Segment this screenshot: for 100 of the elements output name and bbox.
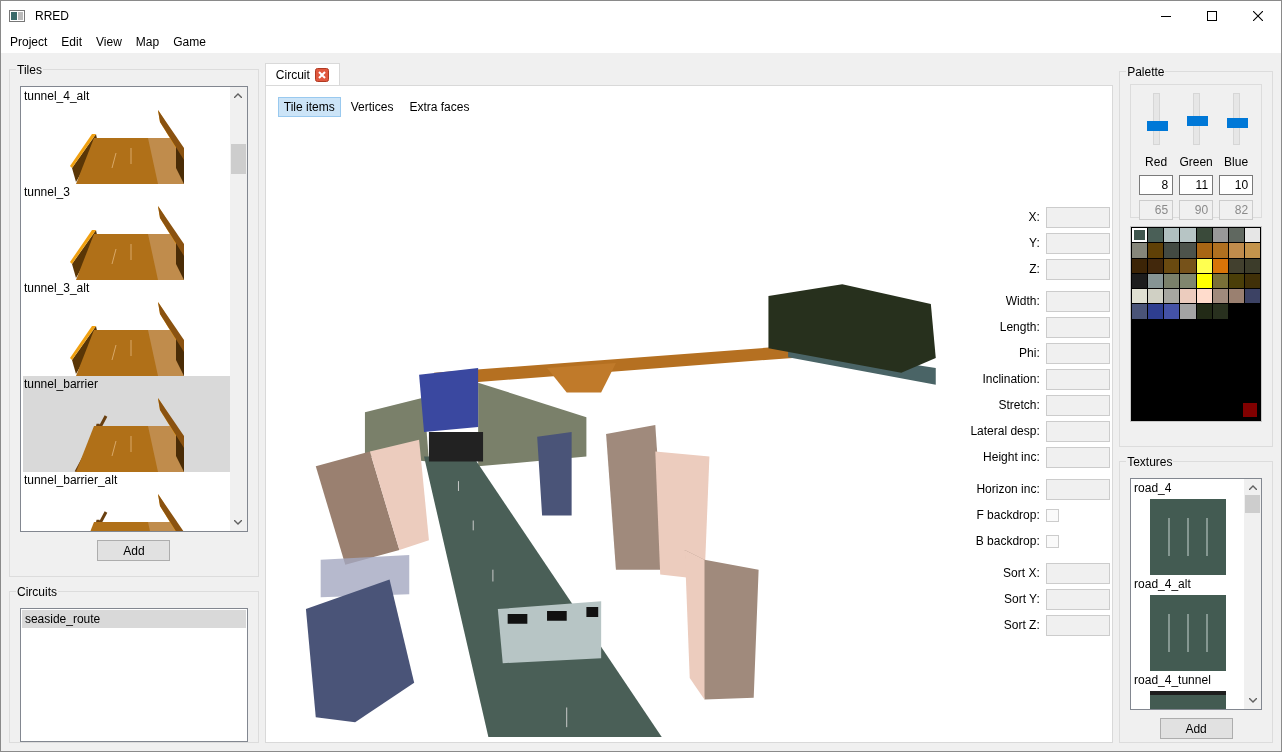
color-swatch[interactable]: [1228, 228, 1244, 243]
color-swatch[interactable]: [1228, 243, 1244, 258]
slider-thumb[interactable]: [1186, 116, 1208, 127]
input-field: [1045, 316, 1110, 338]
color-swatch[interactable]: [1132, 304, 1148, 319]
color-swatch[interactable]: [1180, 243, 1196, 258]
color-swatch[interactable]: [1244, 228, 1261, 243]
color-swatch[interactable]: [1212, 289, 1228, 304]
color-swatch[interactable]: [1196, 258, 1212, 273]
color-swatch[interactable]: [1196, 289, 1212, 304]
color-swatch[interactable]: [1164, 228, 1180, 243]
channel-label: Red: [1145, 154, 1168, 171]
color-swatch[interactable]: [1164, 273, 1180, 289]
input-field: [1045, 232, 1110, 254]
color-swatch[interactable]: [1196, 228, 1212, 243]
input-field: [1045, 478, 1110, 500]
menu-item[interactable]: Edit: [54, 32, 90, 52]
color-swatch[interactable]: [1212, 304, 1228, 319]
color-swatch[interactable]: [1212, 273, 1228, 289]
color-swatch[interactable]: [1212, 243, 1228, 258]
color-swatch[interactable]: [1132, 289, 1148, 304]
value-field[interactable]: 11: [1179, 175, 1214, 195]
color-swatch[interactable]: [1180, 304, 1196, 319]
checkbox[interactable]: [1045, 534, 1059, 548]
value-field[interactable]: 10: [1219, 175, 1254, 195]
color-swatch[interactable]: [1244, 243, 1261, 258]
menu-item[interactable]: View: [89, 32, 129, 52]
editor-tab[interactable]: Circuit: [264, 63, 340, 85]
menu-item[interactable]: Project: [3, 32, 55, 52]
scrollbar-thumb[interactable]: [230, 144, 246, 174]
add-button[interactable]: Add: [97, 540, 171, 561]
color-swatch[interactable]: [1148, 273, 1164, 289]
menu-item[interactable]: Map: [128, 32, 167, 52]
color-swatch[interactable]: [1244, 289, 1261, 304]
texture-item[interactable]: road_4_alt: [1134, 576, 1245, 672]
color-swatch[interactable]: [1212, 258, 1228, 273]
color-swatch[interactable]: [1212, 228, 1228, 243]
color-swatch[interactable]: [1243, 403, 1258, 417]
tile-label: tunnel_3: [22, 184, 71, 200]
scrollbar-thumb[interactable]: [1245, 495, 1261, 513]
tile-label: tunnel_barrier: [22, 376, 99, 392]
input-field: [1045, 394, 1110, 416]
tile-item[interactable]: tunnel_3_alt: [22, 280, 230, 376]
color-swatch[interactable]: [1148, 228, 1164, 243]
color-swatch[interactable]: [1132, 273, 1148, 289]
color-swatch[interactable]: [1148, 289, 1164, 304]
color-swatch[interactable]: [1180, 289, 1196, 304]
color-swatch[interactable]: [1148, 304, 1164, 319]
color-swatch[interactable]: [1132, 258, 1148, 273]
input-field: [1045, 368, 1110, 390]
color-swatch[interactable]: [1228, 258, 1244, 273]
color-swatch[interactable]: [1164, 258, 1180, 273]
tile-item[interactable]: tunnel_4_alt: [22, 88, 230, 184]
field-label: Sort Y:: [1003, 591, 1040, 608]
mode-tab[interactable]: Extra faces: [403, 97, 476, 117]
color-swatch[interactable]: [1196, 304, 1212, 319]
tile-item[interactable]: tunnel_barrier: [22, 376, 230, 472]
color-swatch[interactable]: [1244, 258, 1261, 273]
color-swatch[interactable]: [1244, 273, 1261, 289]
tile-item[interactable]: tunnel_3: [22, 184, 230, 280]
texture-label: road_4_alt: [1134, 576, 1192, 592]
field-label: X:: [1027, 209, 1040, 226]
color-swatch[interactable]: [1180, 273, 1196, 289]
color-swatch[interactable]: [1180, 228, 1196, 243]
field-label: Phi:: [1018, 345, 1040, 362]
field-label: Z:: [1028, 261, 1040, 278]
color-swatch[interactable]: [1228, 273, 1244, 289]
color-swatch[interactable]: [1164, 289, 1180, 304]
input-field: [1045, 588, 1110, 610]
maximize-icon: [1207, 11, 1217, 21]
minimize-icon: [1161, 15, 1171, 17]
input-field: [1045, 614, 1110, 636]
scrollbar[interactable]: [229, 87, 247, 531]
color-swatch[interactable]: [1148, 243, 1164, 258]
color-swatch[interactable]: [1196, 273, 1212, 289]
color-swatch[interactable]: [1180, 258, 1196, 273]
checkbox[interactable]: [1045, 508, 1059, 522]
texture-item[interactable]: road_4: [1134, 480, 1245, 576]
color-swatch[interactable]: [1132, 228, 1148, 243]
scrollbar[interactable]: [1244, 479, 1262, 709]
tile-label: tunnel_4_alt: [22, 88, 91, 104]
field-label: Lateral desp:: [969, 423, 1040, 440]
converted-value-field: 65: [1139, 200, 1174, 220]
color-swatch[interactable]: [1132, 243, 1148, 258]
close-icon[interactable]: [314, 67, 329, 82]
field-label: Sort X:: [1002, 565, 1040, 582]
color-swatch[interactable]: [1164, 304, 1180, 319]
color-swatch[interactable]: [1196, 243, 1212, 258]
add-button[interactable]: Add: [1159, 718, 1233, 739]
color-swatch[interactable]: [1148, 258, 1164, 273]
value-field[interactable]: 8: [1139, 175, 1174, 195]
circuit-item[interactable]: seaside_route: [21, 610, 246, 628]
field-label: Y:: [1028, 235, 1040, 252]
menu-item[interactable]: Game: [166, 32, 213, 52]
mode-tab[interactable]: Tile items: [277, 97, 341, 117]
mode-tab[interactable]: Vertices: [344, 97, 400, 117]
color-swatch[interactable]: [1164, 243, 1180, 258]
color-swatch[interactable]: [1228, 289, 1244, 304]
slider-thumb[interactable]: [1146, 121, 1168, 132]
slider-thumb[interactable]: [1226, 117, 1248, 128]
